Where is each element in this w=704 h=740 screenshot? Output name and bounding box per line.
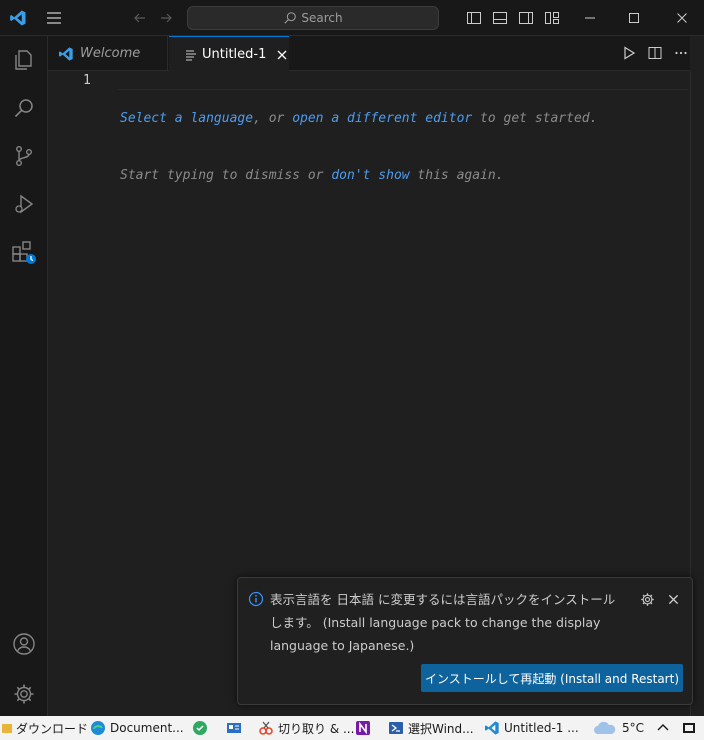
extensions-icon[interactable]	[0, 228, 48, 276]
activity-bar	[0, 36, 48, 716]
vscode-taskbar-icon	[485, 721, 499, 735]
taskbar-item-powershell[interactable]: 選択Wind...	[388, 716, 474, 740]
split-editor-icon[interactable]	[646, 44, 664, 62]
select-language-link[interactable]: Select a language	[120, 111, 253, 126]
open-different-editor-link[interactable]: open a different editor	[292, 111, 472, 126]
vscode-logo-icon[interactable]	[8, 8, 28, 28]
green-app-icon	[193, 721, 207, 735]
taskbar-item-onenote[interactable]	[355, 716, 371, 740]
source-control-icon[interactable]	[0, 132, 48, 180]
search-icon	[284, 12, 297, 24]
cloud-icon	[594, 721, 616, 734]
dont-show-link[interactable]: don't show	[331, 168, 409, 183]
editor-tabs: Welcome Untitled-1	[48, 36, 690, 72]
line-number: 1	[83, 73, 91, 88]
tab-welcome[interactable]: Welcome	[48, 36, 168, 71]
taskbar-item-green-app[interactable]	[192, 716, 208, 740]
back-arrow-icon[interactable]	[130, 8, 150, 28]
notification-close-icon[interactable]	[664, 590, 682, 608]
tab-untitled-1[interactable]: Untitled-1	[169, 36, 289, 72]
maximize-icon[interactable]	[624, 8, 644, 28]
toggle-primary-sidebar-icon[interactable]	[464, 8, 484, 28]
taskbar-item-document[interactable]: Document...	[90, 716, 184, 740]
hint-line-1: Select a language, or open a different e…	[120, 111, 598, 126]
install-and-restart-button[interactable]: インストールして再起動 (Install and Restart)	[421, 664, 683, 692]
forward-arrow-icon[interactable]	[156, 8, 176, 28]
edge-icon	[91, 721, 105, 735]
notification-gear-icon[interactable]	[638, 590, 656, 608]
folder-icon	[2, 723, 12, 733]
run-icon[interactable]	[620, 44, 638, 62]
run-debug-icon[interactable]	[0, 180, 48, 228]
tray-app-icon	[683, 723, 695, 733]
taskbar-tray-icon[interactable]	[682, 716, 696, 740]
more-actions-icon[interactable]	[672, 44, 690, 62]
search-label: Search	[301, 11, 343, 25]
explorer-icon[interactable]	[0, 36, 48, 84]
search-view-icon[interactable]	[0, 84, 48, 132]
menu-icon[interactable]	[44, 8, 64, 28]
taskbar-item-contact-card[interactable]	[226, 716, 242, 740]
temperature: 5°C	[622, 721, 645, 735]
command-center-search[interactable]: Search	[187, 6, 439, 30]
taskbar-item-snipping-tool[interactable]: 切り取り & ...	[258, 716, 354, 740]
taskbar-weather[interactable]: 5°C	[592, 716, 644, 740]
notification-message: 表示言語を 日本語 に変更するには言語パックをインストール します。 (Inst…	[270, 592, 616, 653]
language-pack-notification: 表示言語を 日本語 に変更するには言語パックをインストール します。 (Inst…	[237, 577, 693, 705]
file-lines-icon	[186, 50, 196, 60]
contact-card-icon	[227, 723, 241, 733]
customize-layout-icon[interactable]	[542, 8, 562, 28]
close-window-icon[interactable]	[672, 8, 692, 28]
accounts-icon[interactable]	[0, 620, 48, 668]
windows-taskbar: ダウンロード Document... 切り取り & ... 選択Wind... …	[0, 716, 704, 740]
hint-line-2: Start typing to dismiss or don't show th…	[120, 168, 504, 183]
vscode-tab-icon	[59, 46, 73, 61]
close-tab-icon[interactable]	[276, 49, 288, 61]
editor-hint: Select a language, or open a different e…	[120, 71, 597, 223]
toggle-panel-icon[interactable]	[490, 8, 510, 28]
minimize-icon[interactable]	[580, 8, 600, 28]
tab-label: Welcome	[80, 46, 141, 61]
toggle-secondary-sidebar-icon[interactable]	[516, 8, 536, 28]
chevron-up-icon	[657, 724, 669, 731]
info-icon	[247, 590, 265, 608]
taskbar-item-vscode[interactable]: Untitled-1 ...	[484, 716, 579, 740]
snipping-tool-icon	[259, 721, 273, 735]
taskbar-item-downloads[interactable]: ダウンロード	[0, 716, 88, 740]
show-hidden-icons-chevron[interactable]	[656, 716, 670, 740]
title-bar: Search	[0, 0, 704, 36]
onenote-icon	[356, 721, 370, 735]
powershell-icon	[389, 722, 403, 734]
manage-gear-icon[interactable]	[0, 670, 48, 718]
tab-label: Untitled-1	[202, 47, 267, 62]
